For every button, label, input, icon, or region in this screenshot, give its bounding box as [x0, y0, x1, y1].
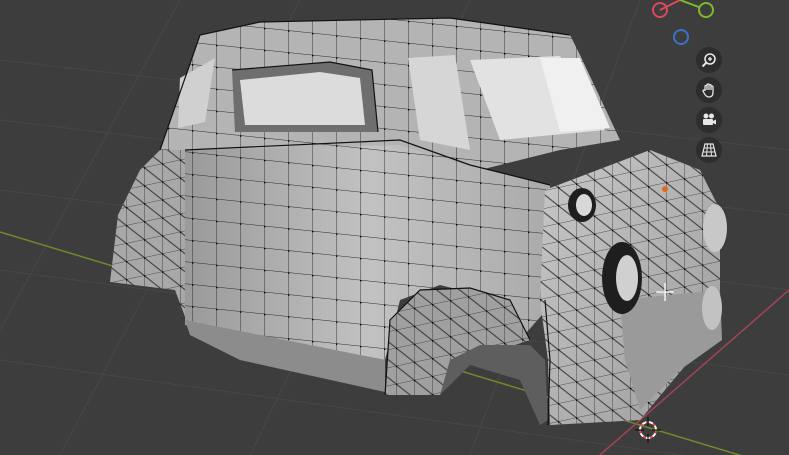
3d-viewport[interactable] [0, 0, 789, 455]
camera-icon [703, 113, 716, 125]
car-body-mesh[interactable] [110, 17, 727, 426]
viewport-scene[interactable] [0, 0, 789, 455]
perspective-toggle-button[interactable] [696, 137, 722, 163]
origin-dot [662, 186, 668, 192]
zoom-button[interactable] [696, 47, 722, 73]
camera-view-button[interactable] [696, 107, 722, 133]
zoom-icon [701, 53, 716, 68]
gizmo-y-axis[interactable] [698, 2, 714, 18]
pan-button[interactable] [696, 77, 722, 103]
hand-icon [702, 83, 714, 98]
grid-icon [701, 143, 717, 157]
gizmo-z-negative[interactable] [673, 29, 689, 45]
